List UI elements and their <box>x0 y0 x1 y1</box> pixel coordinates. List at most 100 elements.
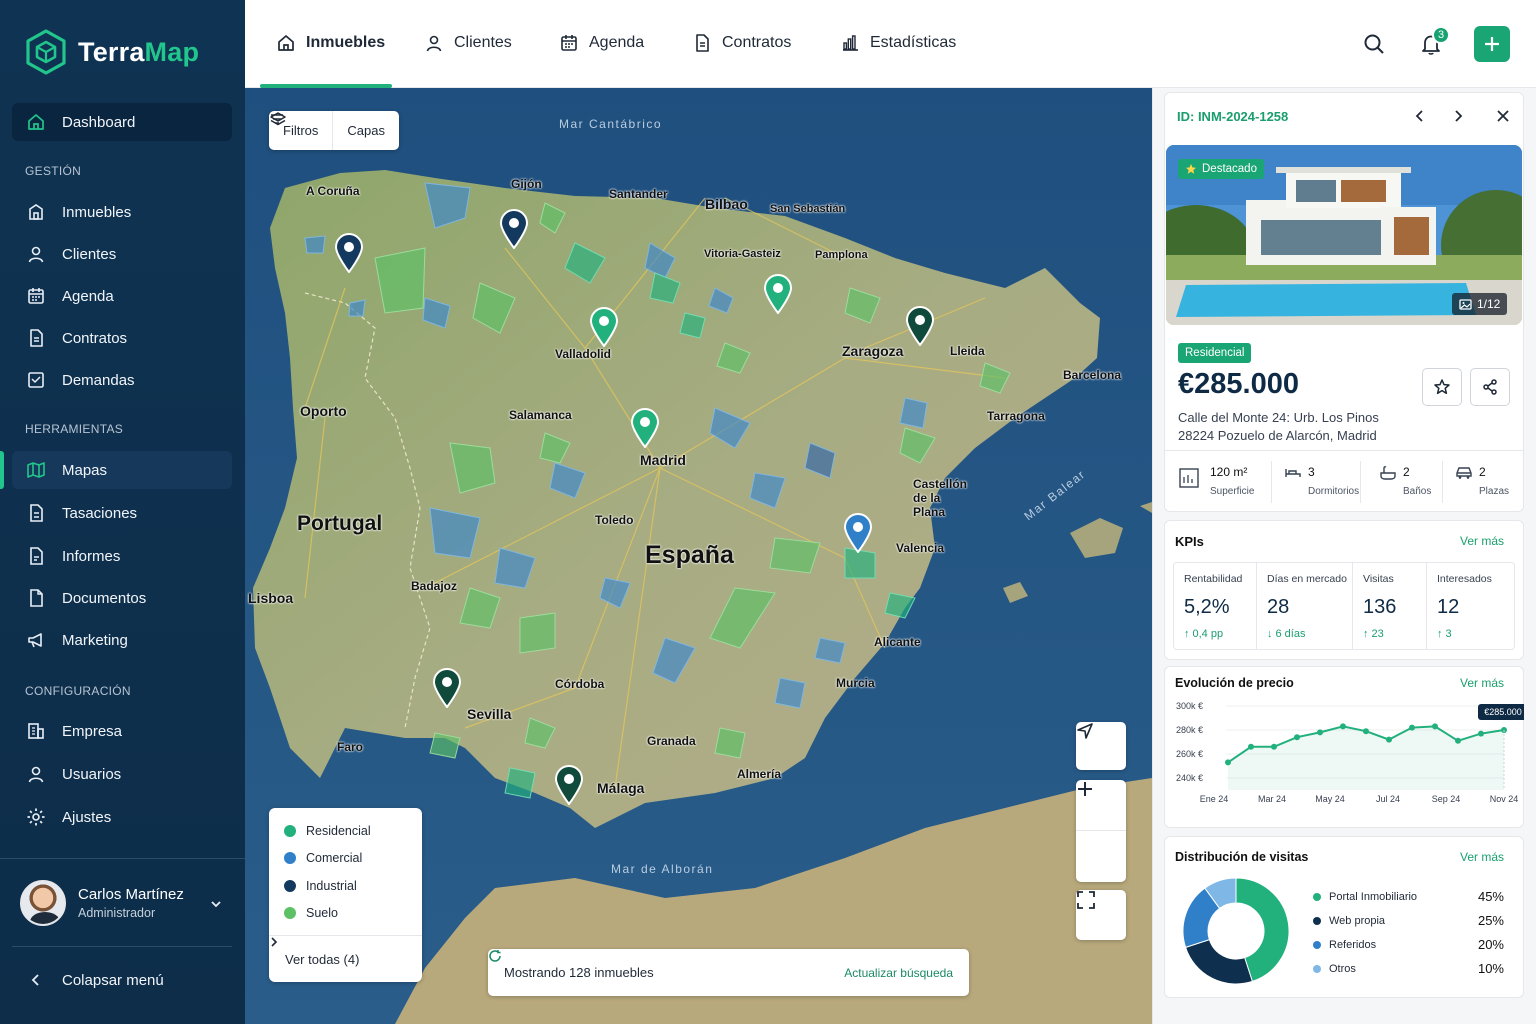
sidebar-item-mapas[interactable]: Mapas <box>12 451 232 489</box>
visits-chart-see-more-link[interactable]: Ver más <box>1460 850 1504 864</box>
city-label: Málaga <box>597 780 645 796</box>
area-icon <box>1179 468 1199 488</box>
property-pin-residencial[interactable] <box>763 274 793 314</box>
kpi-see-more-link[interactable]: Ver más <box>1460 534 1504 548</box>
property-pin-industrial[interactable] <box>554 765 584 805</box>
see-all-legend-button[interactable]: Ver todas (4) <box>269 935 422 982</box>
property-photo[interactable]: Destacado 1/12 <box>1166 145 1522 325</box>
legend-item[interactable]: Industrial <box>284 879 357 893</box>
y-tick-label: 280k € <box>1176 725 1203 735</box>
legend-item[interactable]: Web propia <box>1313 915 1385 927</box>
kpi-title: KPIs <box>1175 534 1204 549</box>
chevron-right-icon[interactable] <box>1450 108 1466 124</box>
sidebar-item-ajustes[interactable]: Ajustes <box>12 798 232 836</box>
arrow-down-icon: ↓ <box>1267 628 1273 640</box>
legend-item[interactable]: Referidos <box>1313 939 1376 951</box>
data-point <box>1386 736 1392 743</box>
sidebar-item-inmuebles[interactable]: Inmuebles <box>12 193 232 231</box>
sidebar-item-demandas[interactable]: Demandas <box>12 361 232 399</box>
legend-item[interactable]: Comercial <box>284 851 362 865</box>
sidebar-item-informes[interactable]: Informes <box>12 537 232 575</box>
property-pin-industrial[interactable] <box>432 668 462 708</box>
sidebar-item-tasaciones[interactable]: Tasaciones <box>12 494 232 532</box>
sidebar-item-usuarios[interactable]: Usuarios <box>12 755 232 793</box>
legend-item[interactable]: Suelo <box>284 906 338 920</box>
city-label: Madrid <box>640 452 686 468</box>
document-icon <box>696 34 709 52</box>
kpi-delta: ↑ 0,4 pp <box>1184 628 1223 640</box>
tab-estadisticas[interactable]: Estadísticas <box>840 33 956 53</box>
refresh-search-button[interactable]: Actualizar búsqueda <box>489 950 953 980</box>
kpi-label: Interesados <box>1437 573 1492 585</box>
section-gestion: GESTIÓN <box>25 164 82 178</box>
x-tick-label: Jul 24 <box>1376 794 1400 804</box>
fullscreen-button[interactable] <box>1076 890 1126 940</box>
sidebar-item-label: Contratos <box>62 329 128 347</box>
share-button[interactable] <box>1470 368 1510 406</box>
tab-contratos[interactable]: Contratos <box>692 33 791 53</box>
property-pin-industrial[interactable] <box>499 209 529 249</box>
close-icon[interactable] <box>1495 108 1511 124</box>
sidebar-item-empresa[interactable]: Empresa <box>12 712 232 750</box>
divider <box>1164 450 1524 451</box>
property-pin-residencial[interactable] <box>630 408 660 448</box>
legend-swatch <box>284 907 296 919</box>
feature-area: 120 m² Superficie <box>1178 463 1273 503</box>
user-profile[interactable]: Carlos Martínez Administrador <box>20 880 184 926</box>
search-icon[interactable] <box>1362 32 1386 56</box>
add-button[interactable] <box>1474 26 1510 62</box>
layers-button[interactable]: Capas <box>270 111 399 150</box>
share-icon <box>1483 379 1497 395</box>
feature-label: Plazas <box>1479 486 1510 497</box>
legend-label: Industrial <box>306 879 357 893</box>
country-label-portugal: Portugal <box>297 512 383 535</box>
map-view[interactable]: Mar Cantábrico Mar Balear Mar de Alborán… <box>245 88 1152 1024</box>
filters-label: Filtros <box>283 123 319 138</box>
data-point <box>1409 724 1415 731</box>
sidebar-item-label: Informes <box>62 547 121 565</box>
legend-swatch <box>1313 917 1321 925</box>
sidebar-item-contratos[interactable]: Contratos <box>12 319 232 357</box>
sidebar-item-documentos[interactable]: Documentos <box>12 579 232 617</box>
sidebar-item-marketing[interactable]: Marketing <box>12 621 232 659</box>
legend-item[interactable]: Portal Inmobiliario <box>1313 891 1417 903</box>
locate-button[interactable] <box>1076 722 1126 770</box>
map-legend: Residencial Comercial Industrial Suelo V… <box>269 808 422 982</box>
visits-chart-title: Distribución de visitas <box>1175 850 1309 864</box>
collapse-menu-button[interactable]: Colapsar menú <box>12 961 232 999</box>
legend-swatch <box>284 852 296 864</box>
map-icon <box>26 460 46 480</box>
property-pin-residencial[interactable] <box>589 307 619 347</box>
sidebar-item-clientes[interactable]: Clientes <box>12 235 232 273</box>
feature-bathrooms: 2 Baños <box>1379 463 1439 503</box>
legend-item[interactable]: Residencial <box>284 824 371 838</box>
home-icon <box>26 112 46 132</box>
photo-count[interactable]: 1/12 <box>1452 293 1508 315</box>
zoom-out-button[interactable] <box>1076 788 1126 882</box>
chevron-down-icon[interactable] <box>209 897 223 911</box>
tab-clientes[interactable]: Clientes <box>424 33 512 53</box>
sidebar-item-dashboard[interactable]: Dashboard <box>12 103 232 141</box>
price-chart-see-more-link[interactable]: Ver más <box>1460 676 1504 690</box>
tab-agenda[interactable]: Agenda <box>559 33 644 53</box>
feature-label: Dormitorios <box>1308 486 1360 497</box>
y-tick-label: 300k € <box>1176 701 1203 711</box>
bed-icon <box>1285 469 1301 477</box>
property-pin-industrial[interactable] <box>905 306 935 346</box>
chevron-left-icon[interactable] <box>1412 108 1428 124</box>
kpi-delta-value: 0,4 pp <box>1192 628 1224 640</box>
tab-inmuebles[interactable]: Inmuebles <box>276 33 385 53</box>
sidebar-item-agenda[interactable]: Agenda <box>12 277 232 315</box>
kpi-item: Días en mercado 28 ↓ 6 días <box>1257 562 1353 650</box>
divider <box>0 858 245 859</box>
collapse-label: Colapsar menú <box>62 971 164 989</box>
price-chart[interactable]: 300k € 280k € 260k € 240k € Ene 24 Mar 24 May … <box>1164 694 1524 824</box>
legend-item[interactable]: Otros <box>1313 963 1356 975</box>
property-pin-industrial[interactable] <box>334 233 364 273</box>
city-label: Castellón de la Plana <box>913 477 968 519</box>
favorite-button[interactable] <box>1422 368 1462 406</box>
property-pin-comercial[interactable] <box>843 513 873 553</box>
section-herramientas: HERRAMIENTAS <box>25 422 124 436</box>
logo[interactable]: TerraMap <box>24 28 199 76</box>
visits-donut-chart[interactable] <box>1181 876 1291 986</box>
